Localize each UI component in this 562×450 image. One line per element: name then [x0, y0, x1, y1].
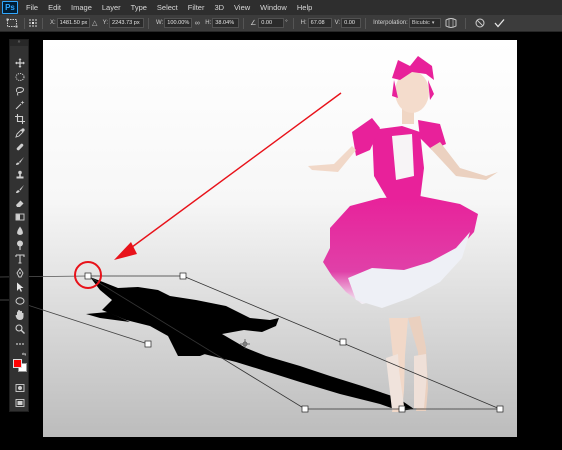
app-logo: Ps [2, 1, 18, 14]
dodge-icon[interactable] [12, 238, 28, 251]
divider [243, 17, 245, 29]
tools-panel: » ⇆ [9, 39, 29, 412]
link-icon[interactable]: ∞ [192, 20, 202, 27]
w-label: W: [156, 20, 164, 26]
quick-mask-icon[interactable] [12, 381, 28, 394]
clone-stamp-icon[interactable] [12, 168, 28, 181]
divider [292, 17, 294, 29]
hand-icon[interactable] [12, 308, 28, 321]
angle-field[interactable]: 0.00 [258, 18, 285, 28]
menu-select[interactable]: Select [152, 3, 183, 12]
path-selection-icon[interactable] [12, 280, 28, 293]
menu-edit[interactable]: Edit [43, 3, 66, 12]
foreground-color-swatch[interactable] [13, 359, 22, 368]
transform-tool-icon[interactable] [4, 17, 20, 29]
delta-icon[interactable]: △ [90, 19, 100, 27]
menu-image[interactable]: Image [66, 3, 97, 12]
degree-symbol: ° [285, 20, 288, 26]
menu-bar: Ps File Edit Image Layer Type Select Fil… [0, 0, 562, 15]
blur-icon[interactable] [12, 224, 28, 237]
warp-mode-icon[interactable] [444, 16, 458, 30]
menu-help[interactable]: Help [292, 3, 317, 12]
interpolation-label: Interpolation: [373, 20, 408, 26]
menu-view[interactable]: View [229, 3, 255, 12]
y-label: Y: [102, 20, 109, 26]
divider [24, 17, 25, 29]
hskew-field[interactable]: 67.08 [307, 18, 332, 28]
menu-type[interactable]: Type [126, 3, 152, 12]
eraser-icon[interactable] [12, 196, 28, 209]
menu-3d[interactable]: 3D [209, 3, 229, 12]
divider [464, 17, 466, 29]
screen-mode-icon[interactable] [12, 396, 28, 409]
divider [42, 17, 43, 29]
panel-collapse-icon[interactable]: » [10, 40, 28, 46]
menu-window[interactable]: Window [255, 3, 292, 12]
canvas-area [29, 32, 562, 450]
move-icon[interactable] [12, 56, 28, 69]
brush-icon[interactable] [12, 154, 28, 167]
hskew-label: H: [300, 20, 307, 26]
color-swatches: ⇆ [12, 353, 29, 375]
width-field[interactable]: 100.00% [164, 18, 193, 28]
h-label: H: [205, 20, 212, 26]
document-canvas[interactable] [43, 40, 517, 437]
interpolation-select[interactable]: Bicubic ▾ [408, 18, 441, 28]
crop-icon[interactable] [12, 112, 28, 125]
x-field[interactable]: 1481.50 px [56, 18, 90, 28]
healing-brush-icon[interactable] [12, 140, 28, 153]
commit-transform-icon[interactable] [493, 16, 507, 30]
menu-layer[interactable]: Layer [97, 3, 126, 12]
vskew-field[interactable]: 0.00 [341, 18, 362, 28]
divider [365, 17, 367, 29]
x-label: X: [50, 20, 56, 26]
marquee-icon[interactable] [12, 70, 28, 83]
cancel-transform-icon[interactable] [473, 16, 487, 30]
menu-file[interactable]: File [21, 3, 43, 12]
default-colors-icon[interactable] [12, 353, 19, 367]
history-brush-icon[interactable] [12, 182, 28, 195]
lasso-icon[interactable] [12, 84, 28, 97]
options-bar: X: 1481.50 px △ Y: 2243.73 px W: 100.00%… [0, 15, 562, 32]
swap-colors-icon[interactable]: ⇆ [22, 353, 28, 358]
divider [148, 17, 150, 29]
gradient-icon[interactable] [12, 210, 28, 223]
more-tools-icon[interactable] [12, 337, 28, 350]
y-field[interactable]: 2243.73 px [109, 18, 145, 28]
pen-icon[interactable] [12, 266, 28, 279]
type-tool-icon[interactable] [12, 252, 28, 265]
chevron-down-icon: ▾ [431, 20, 435, 26]
height-field[interactable]: 38.04% [212, 18, 240, 28]
angle-icon: ∠ [250, 20, 257, 27]
menu-filter[interactable]: Filter [183, 3, 210, 12]
vskew-label: V: [334, 20, 341, 26]
magic-wand-icon[interactable] [12, 98, 28, 111]
zoom-icon[interactable] [12, 322, 28, 335]
eyedropper-icon[interactable] [12, 126, 28, 139]
interpolation-value: Bicubic [411, 20, 430, 26]
reference-point-icon[interactable] [29, 18, 38, 28]
ellipse-icon[interactable] [12, 294, 28, 307]
